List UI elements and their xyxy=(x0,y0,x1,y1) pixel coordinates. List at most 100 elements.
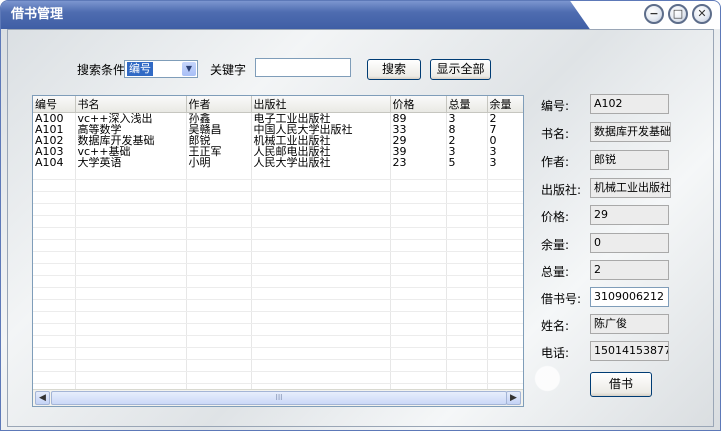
empty-table-cell xyxy=(446,191,488,204)
empty-table-cell xyxy=(446,323,488,336)
book-title-field: 数据库开发基础 xyxy=(590,122,671,142)
table-cell: 5 xyxy=(446,157,488,168)
table-cell: 高等数学 xyxy=(75,124,187,135)
search-button[interactable]: 搜索 xyxy=(367,59,421,80)
borrow-card-input[interactable]: 3109006212 xyxy=(590,287,669,307)
table-row[interactable]: A104 大学英语 小明 人民大学出版社 23 5 3 xyxy=(33,157,523,168)
empty-table-cell xyxy=(390,311,447,324)
table-cell: vc++深入浅出 xyxy=(75,112,187,124)
scroll-thumb[interactable]: III xyxy=(51,391,507,405)
table-cell: 孙鑫 xyxy=(186,112,252,124)
scroll-right-icon[interactable]: ▶ xyxy=(506,391,521,405)
table-row[interactable]: A100 vc++深入浅出 孙鑫 电子工业出版社 89 3 2 xyxy=(33,112,523,124)
empty-table-cell xyxy=(446,287,488,300)
empty-table-cell xyxy=(446,275,488,288)
search-condition-select[interactable]: 编号 ▼ xyxy=(124,60,198,78)
minimize-button[interactable]: − xyxy=(644,4,664,24)
empty-table-cell xyxy=(446,335,488,348)
empty-table-cell xyxy=(251,287,391,300)
empty-table-cell xyxy=(446,179,488,192)
empty-table-row xyxy=(33,263,523,276)
table-cell: 7 xyxy=(487,124,523,135)
empty-table-cell xyxy=(75,215,187,228)
chevron-down-icon[interactable]: ▼ xyxy=(182,62,196,76)
empty-table-row xyxy=(33,323,523,336)
column-header-total[interactable]: 总量 xyxy=(446,96,488,113)
empty-table-cell xyxy=(390,251,447,264)
empty-table-row xyxy=(33,168,523,180)
empty-table-cell xyxy=(446,168,488,180)
empty-table-row xyxy=(33,359,523,372)
empty-table-cell xyxy=(446,227,488,240)
empty-table-cell xyxy=(33,323,76,336)
horizontal-scrollbar[interactable]: ◀ III ▶ xyxy=(33,389,523,406)
empty-table-row xyxy=(33,227,523,240)
column-header-author[interactable]: 作者 xyxy=(186,96,252,113)
empty-table-cell xyxy=(487,191,523,204)
empty-table-cell xyxy=(251,335,391,348)
empty-table-cell xyxy=(390,215,447,228)
book-remaining-label: 余量: xyxy=(541,238,570,252)
borrow-button[interactable]: 借书 xyxy=(590,372,652,397)
column-header-publisher[interactable]: 出版社 xyxy=(251,96,391,113)
empty-table-cell xyxy=(446,239,488,252)
column-header-price[interactable]: 价格 xyxy=(390,96,447,113)
empty-table-cell xyxy=(446,203,488,216)
empty-table-row xyxy=(33,251,523,264)
table-cell: 23 xyxy=(390,157,447,168)
keyword-label: 关键字 xyxy=(210,63,247,77)
search-condition-label: 搜索条件 xyxy=(77,63,126,77)
empty-table-row xyxy=(33,287,523,300)
book-author-label: 作者: xyxy=(541,155,570,169)
empty-table-cell xyxy=(390,323,447,336)
table-row[interactable]: A101 高等数学 吴赣昌 中国人民大学出版社 33 8 7 xyxy=(33,124,523,135)
scroll-left-icon[interactable]: ◀ xyxy=(35,391,50,405)
empty-table-cell xyxy=(390,263,447,276)
empty-table-cell xyxy=(186,275,252,288)
table-cell: 机械工业出版社 xyxy=(251,135,391,146)
table-cell: 电子工业出版社 xyxy=(251,112,391,124)
empty-table-cell xyxy=(487,323,523,336)
empty-table-cell xyxy=(75,299,187,312)
empty-table-cell xyxy=(75,227,187,240)
empty-table-cell xyxy=(487,239,523,252)
maximize-button[interactable]: □ xyxy=(668,4,688,24)
empty-table-cell xyxy=(251,299,391,312)
phone-label: 电话: xyxy=(541,346,570,360)
empty-table-cell xyxy=(390,299,447,312)
empty-table-cell xyxy=(487,311,523,324)
column-header-title[interactable]: 书名 xyxy=(75,96,187,113)
empty-table-row xyxy=(33,239,523,252)
table-cell: A104 xyxy=(33,157,76,168)
empty-table-cell xyxy=(251,347,391,360)
table-row[interactable]: A102 数据库开发基础 郎锐 机械工业出版社 29 2 0 xyxy=(33,135,523,146)
empty-table-cell xyxy=(75,179,187,192)
keyword-input[interactable] xyxy=(255,58,351,77)
empty-table-row xyxy=(33,203,523,216)
empty-table-row xyxy=(33,311,523,324)
empty-table-cell xyxy=(186,191,252,204)
empty-table-cell xyxy=(390,191,447,204)
table-cell: 29 xyxy=(390,135,447,146)
window-title: 借书管理 xyxy=(11,7,64,22)
column-header-remaining[interactable]: 余量 xyxy=(487,96,523,113)
empty-table-cell xyxy=(186,239,252,252)
table-cell: 2 xyxy=(487,112,523,124)
empty-table-cell xyxy=(75,323,187,336)
phone-field: 15014153877 xyxy=(590,341,669,361)
books-table[interactable]: 编号 书名 作者 出版社 价格 总量 余量 A100 vc++深入浅出 孙鑫 电… xyxy=(32,95,524,407)
title-bar[interactable]: 借书管理 − □ ✕ xyxy=(1,1,720,29)
empty-table-cell xyxy=(446,371,488,384)
column-header-id[interactable]: 编号 xyxy=(33,96,76,113)
show-all-button[interactable]: 显示全部 xyxy=(430,59,491,80)
empty-table-cell xyxy=(390,168,447,180)
close-button[interactable]: ✕ xyxy=(692,4,712,24)
table-row[interactable]: A103 vc++基础 王正军 人民邮电出版社 39 3 3 xyxy=(33,146,523,157)
table-cell: 89 xyxy=(390,112,447,124)
empty-table-cell xyxy=(390,335,447,348)
empty-table-cell xyxy=(33,371,76,384)
empty-table-cell xyxy=(487,299,523,312)
empty-table-cell xyxy=(186,311,252,324)
empty-table-cell xyxy=(390,203,447,216)
book-borrow-window: 借书管理 − □ ✕ 搜索条件 编号 ▼ 关键字 搜索 显示全部 编号 书名 作… xyxy=(0,0,721,431)
